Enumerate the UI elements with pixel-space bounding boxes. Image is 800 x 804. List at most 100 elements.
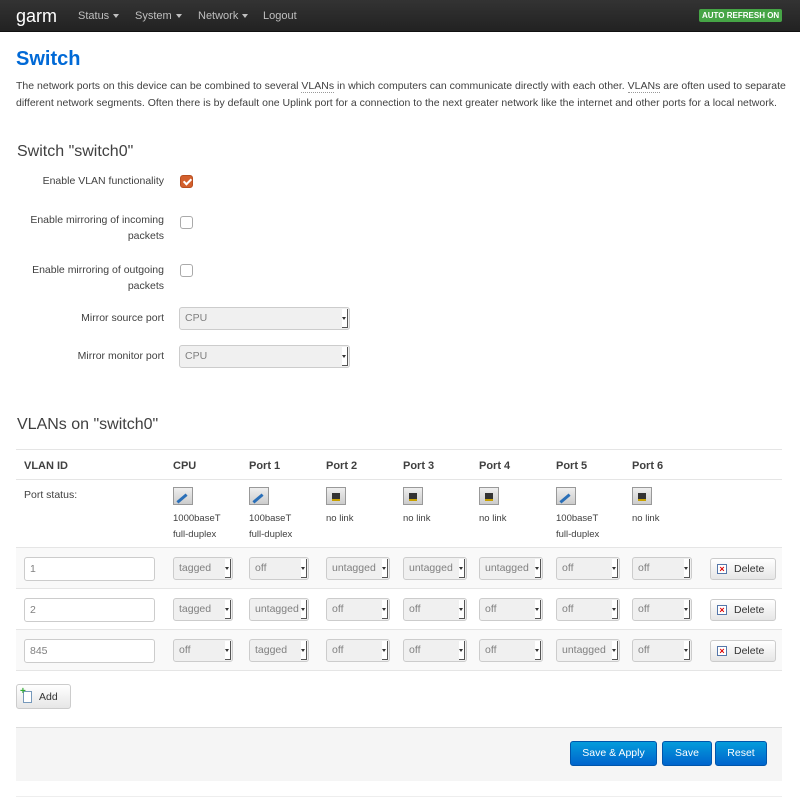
col-header-vlan-id: VLAN ID: [24, 460, 68, 472]
port-membership-value: off: [485, 644, 497, 656]
port-status-cpu: 1000baseT full-duplex: [173, 487, 243, 543]
navbar: garm Status System Network Logout AUTO R…: [0, 0, 800, 32]
port-status-port5: 100baseT full-duplex: [556, 487, 626, 543]
mirror-incoming-label: Enable mirroring of incoming packets: [30, 214, 164, 242]
port-membership-value: untagged: [562, 644, 606, 656]
port-membership-select[interactable]: off: [403, 639, 467, 662]
dropdown-arrow-icon: [459, 600, 465, 619]
vlan-id-input[interactable]: 1: [24, 557, 155, 581]
delete-label: Delete: [734, 645, 765, 657]
nav-system[interactable]: System: [135, 10, 182, 22]
port-membership-select[interactable]: tagged: [173, 557, 233, 580]
mirror-outgoing-checkbox[interactable]: [180, 264, 193, 277]
auto-refresh-badge[interactable]: AUTO REFRESH ON: [699, 9, 783, 22]
port-membership-value: off: [409, 603, 421, 615]
table-divider: [16, 479, 782, 480]
port-membership-select[interactable]: off: [556, 557, 620, 580]
port-nolink-icon: [403, 487, 423, 505]
save-button[interactable]: Save: [662, 741, 712, 766]
port-membership-select[interactable]: tagged: [173, 598, 233, 621]
dropdown-arrow-icon: [684, 559, 690, 578]
port-membership-select[interactable]: untagged: [403, 557, 467, 580]
table-divider: [16, 670, 782, 671]
port-membership-value: tagged: [179, 603, 212, 615]
dropdown-arrow-icon: [612, 641, 618, 660]
port-membership-select[interactable]: tagged: [249, 639, 309, 662]
port-nolink-icon: [326, 487, 346, 505]
port-speed: 100baseT: [249, 513, 292, 524]
nav-system-label: System: [135, 10, 172, 22]
col-header-port2: Port 2: [326, 460, 358, 472]
port-membership-value: untagged: [332, 562, 376, 574]
port-membership-value: off: [332, 644, 344, 656]
port-membership-select[interactable]: off: [632, 598, 692, 621]
vlan-id-input[interactable]: 845: [24, 639, 155, 663]
port-status-port1: 100baseT full-duplex: [249, 487, 319, 543]
dropdown-arrow-icon: [382, 641, 388, 660]
port-membership-select[interactable]: untagged: [479, 557, 543, 580]
port-speed: no link: [326, 513, 354, 524]
delete-vlan-button[interactable]: × Delete: [710, 640, 776, 662]
port-speed: no link: [632, 513, 660, 524]
port-membership-value: tagged: [179, 562, 212, 574]
dropdown-arrow-icon: [535, 559, 541, 578]
port-duplex: full-duplex: [173, 529, 217, 540]
col-header-port1: Port 1: [249, 460, 281, 472]
port-status-port4: no link: [479, 487, 549, 527]
port-linked-icon: [556, 487, 576, 505]
port-membership-select[interactable]: untagged: [326, 557, 390, 580]
dropdown-arrow-icon: [684, 641, 690, 660]
port-nolink-icon: [479, 487, 499, 505]
port-membership-select[interactable]: off: [632, 557, 692, 580]
port-membership-select[interactable]: off: [632, 639, 692, 662]
delete-vlan-button[interactable]: × Delete: [710, 599, 776, 621]
save-apply-button[interactable]: Save & Apply: [570, 741, 657, 766]
delete-label: Delete: [734, 563, 765, 575]
reset-button[interactable]: Reset: [715, 741, 767, 766]
desc-text: in which computers can communicate direc…: [334, 80, 628, 92]
port-membership-select[interactable]: off: [479, 639, 543, 662]
dropdown-arrow-icon: [342, 347, 348, 366]
add-vlan-button[interactable]: Add: [16, 684, 71, 709]
port-membership-value: off: [332, 603, 344, 615]
nav-network[interactable]: Network: [198, 10, 249, 22]
table-divider: [16, 449, 782, 450]
port-membership-select[interactable]: untagged: [556, 639, 620, 662]
port-membership-select[interactable]: off: [479, 598, 543, 621]
enable-vlan-label: Enable VLAN functionality: [42, 175, 164, 187]
dropdown-arrow-icon: [225, 559, 231, 578]
dropdown-arrow-icon: [382, 600, 388, 619]
caret-down-icon: [113, 14, 120, 19]
nav-logout[interactable]: Logout: [263, 10, 297, 22]
brand-logo[interactable]: garm: [16, 6, 57, 27]
nav-status-label: Status: [78, 10, 110, 22]
port-linked-icon: [173, 487, 193, 505]
mirror-monitor-select[interactable]: CPU: [179, 345, 350, 368]
col-header-cpu: CPU: [173, 460, 197, 472]
mirror-source-select[interactable]: CPU: [179, 307, 350, 330]
nav-status[interactable]: Status: [78, 10, 120, 22]
port-membership-select[interactable]: untagged: [249, 598, 309, 621]
add-label: Add: [39, 691, 58, 703]
vlan-id-input[interactable]: 2: [24, 598, 155, 622]
col-header-port5: Port 5: [556, 460, 588, 472]
port-membership-select[interactable]: off: [403, 598, 467, 621]
mirror-monitor-value: CPU: [185, 350, 208, 362]
port-duplex: full-duplex: [249, 529, 293, 540]
switch-section-title: Switch "switch0": [17, 143, 134, 160]
port-membership-select[interactable]: off: [249, 557, 309, 580]
dropdown-arrow-icon: [225, 641, 231, 660]
port-status-port6: no link: [632, 487, 702, 527]
mirror-monitor-label: Mirror monitor port: [77, 350, 164, 362]
port-membership-value: off: [638, 603, 650, 615]
port-duplex: full-duplex: [556, 529, 600, 540]
port-membership-select[interactable]: off: [326, 639, 390, 662]
port-membership-select[interactable]: off: [326, 598, 390, 621]
mirror-incoming-checkbox[interactable]: [180, 216, 193, 229]
port-membership-select[interactable]: off: [173, 639, 233, 662]
port-membership-value: off: [485, 603, 497, 615]
desc-text: The network ports on this device can be …: [16, 80, 302, 92]
delete-vlan-button[interactable]: × Delete: [710, 558, 776, 580]
port-membership-select[interactable]: off: [556, 598, 620, 621]
enable-vlan-checkbox[interactable]: [180, 175, 193, 188]
